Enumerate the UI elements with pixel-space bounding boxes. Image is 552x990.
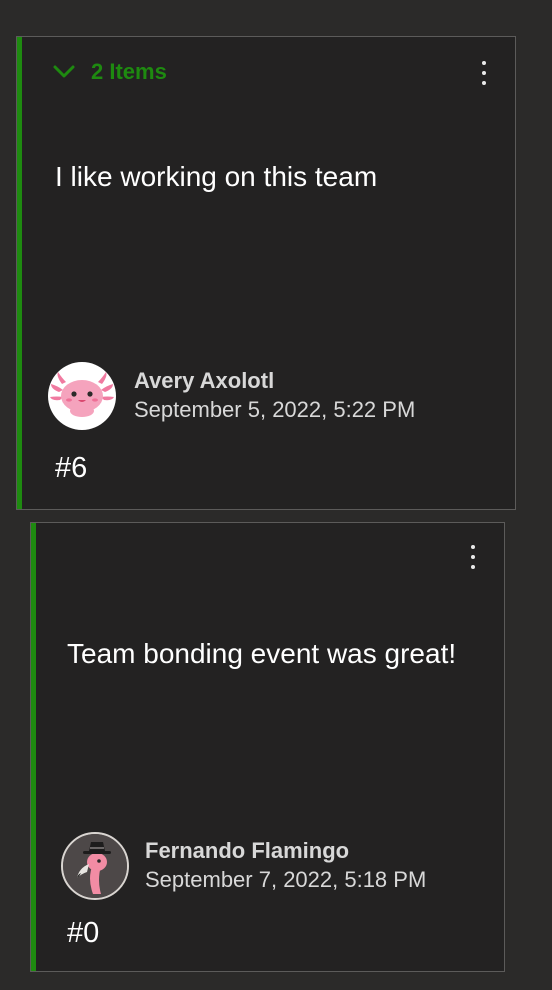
author-name: Avery Axolotl xyxy=(134,368,275,393)
flamingo-avatar xyxy=(61,832,129,900)
retro-board-column: 2 Items I like working on this team Aver… xyxy=(0,0,552,990)
vertical-ellipsis-icon xyxy=(482,61,486,65)
card-author: Fernando Flamingo September 7, 2022, 5:1… xyxy=(61,832,426,900)
card-message: Team bonding event was great! xyxy=(67,638,457,669)
card-accent-bar xyxy=(17,37,22,509)
author-timestamp: September 5, 2022, 5:22 PM xyxy=(134,397,416,422)
card-more-menu-button[interactable] xyxy=(474,55,494,91)
nested-feedback-card: Team bonding event was great! Fernando F… xyxy=(30,522,505,972)
chevron-down-icon xyxy=(53,65,75,78)
group-item-count: 2 Items xyxy=(91,59,167,84)
author-timestamp: September 7, 2022, 5:18 PM xyxy=(145,867,427,892)
card-author: Avery Axolotl September 5, 2022, 5:22 PM xyxy=(48,362,415,430)
group-toggle-button[interactable]: 2 Items xyxy=(51,59,167,85)
card-more-menu-button[interactable] xyxy=(463,539,483,575)
axolotl-avatar xyxy=(48,362,116,430)
vertical-ellipsis-icon xyxy=(471,545,475,549)
card-vote-count: #0 xyxy=(67,917,100,949)
card-message: I like working on this team xyxy=(55,161,378,192)
grouped-feedback-card: 2 Items I like working on this team Aver… xyxy=(16,36,516,510)
card-vote-count: #6 xyxy=(55,452,88,484)
author-name: Fernando Flamingo xyxy=(145,838,350,863)
card-accent-bar xyxy=(31,523,36,971)
